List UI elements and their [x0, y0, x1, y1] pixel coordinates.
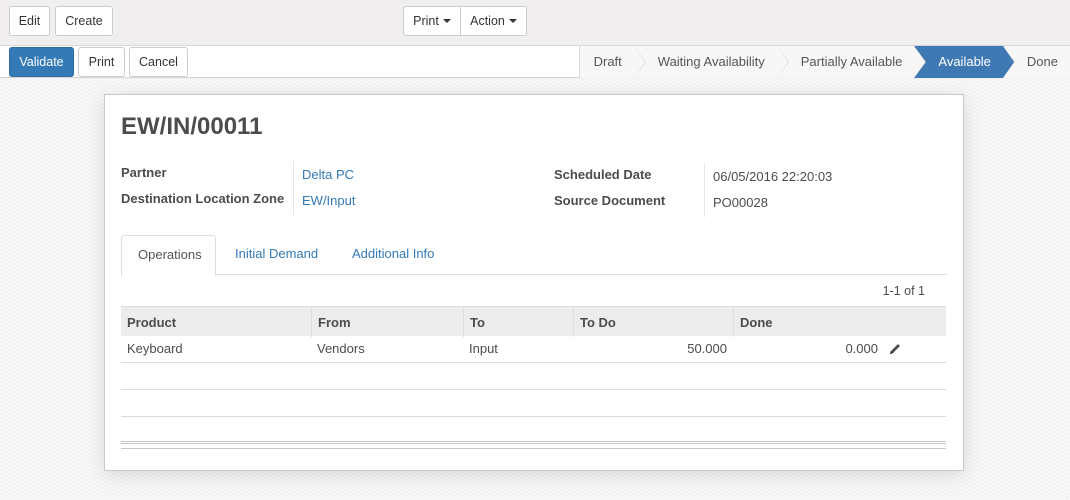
caret-down-icon [508, 19, 517, 23]
stage-pipeline: Draft Waiting Availability Partially Ava… [578, 46, 1070, 78]
field-divider [293, 161, 294, 215]
partner-link[interactable]: Delta PC [302, 167, 354, 182]
tab-operations[interactable]: Operations [121, 235, 216, 276]
field-divider [704, 163, 705, 217]
print-dropdown-button[interactable]: Print [403, 6, 461, 36]
source-document-label: Source Document [554, 193, 666, 208]
tab-initial-demand[interactable]: Initial Demand [219, 235, 334, 275]
create-button[interactable]: Create [55, 6, 113, 36]
empty-row [121, 417, 946, 444]
tab-additional-info[interactable]: Additional Info [336, 235, 450, 275]
pager-value: 1-1 of 1 [882, 284, 925, 298]
action-dropdown-button[interactable]: Action [461, 6, 527, 36]
validate-button-label: Validate [19, 55, 64, 69]
scheduled-date-value: 06/05/2016 22:20:03 [713, 169, 833, 184]
column-product[interactable]: Product [121, 307, 311, 337]
column-done[interactable]: Done [733, 307, 946, 337]
validate-button[interactable]: Validate [9, 47, 74, 77]
edit-button-label: Edit [18, 14, 41, 28]
edit-button[interactable]: Edit [9, 6, 50, 36]
empty-row [121, 363, 946, 390]
source-document-value: PO00028 [713, 195, 768, 210]
action-dropdown-label: Action [470, 14, 505, 28]
stage-available[interactable]: Available [914, 46, 1015, 78]
stage-waiting-availability[interactable]: Waiting Availability [633, 46, 789, 78]
form-sheet: EW/IN/00011 Partner Delta PC Destination… [104, 94, 964, 471]
column-from[interactable]: From [311, 307, 463, 337]
caret-down-icon [442, 19, 451, 23]
create-button-label: Create [65, 14, 103, 28]
record-title: EW/IN/00011 [121, 113, 263, 140]
empty-row [121, 390, 946, 417]
stage-draft[interactable]: Draft [578, 46, 646, 78]
table-header: Product From To To Do Done [121, 306, 946, 337]
scheduled-date-label: Scheduled Date [554, 167, 652, 182]
cell-product: Keyboard [127, 341, 183, 356]
stage-partially-available[interactable]: Partially Available [776, 46, 927, 78]
cell-done: 0.000 [845, 341, 878, 356]
print-button[interactable]: Print [78, 47, 125, 77]
pencil-icon[interactable] [888, 342, 902, 356]
partner-label: Partner [121, 165, 167, 180]
destination-location-link[interactable]: EW/Input [302, 193, 355, 208]
control-panel: Edit Create Print Action [0, 0, 1070, 46]
cell-to: Input [469, 341, 498, 356]
table-row[interactable]: Keyboard Vendors Input 50.000 0.000 [121, 336, 946, 363]
column-todo[interactable]: To Do [573, 307, 733, 337]
cancel-button[interactable]: Cancel [129, 47, 188, 77]
cancel-button-label: Cancel [139, 55, 178, 69]
cell-todo: 50.000 [687, 341, 727, 356]
print-button-label: Print [88, 55, 115, 69]
status-bar: Validate Print Cancel Draft Waiting Avai… [0, 46, 1070, 78]
cell-from: Vendors [317, 341, 365, 356]
column-to[interactable]: To [463, 307, 573, 337]
notebook-tabs: Operations Initial Demand Additional Inf… [121, 235, 947, 276]
print-dropdown-label: Print [413, 14, 439, 28]
destination-location-label: Destination Location Zone [121, 191, 285, 206]
table-footer [121, 441, 946, 449]
